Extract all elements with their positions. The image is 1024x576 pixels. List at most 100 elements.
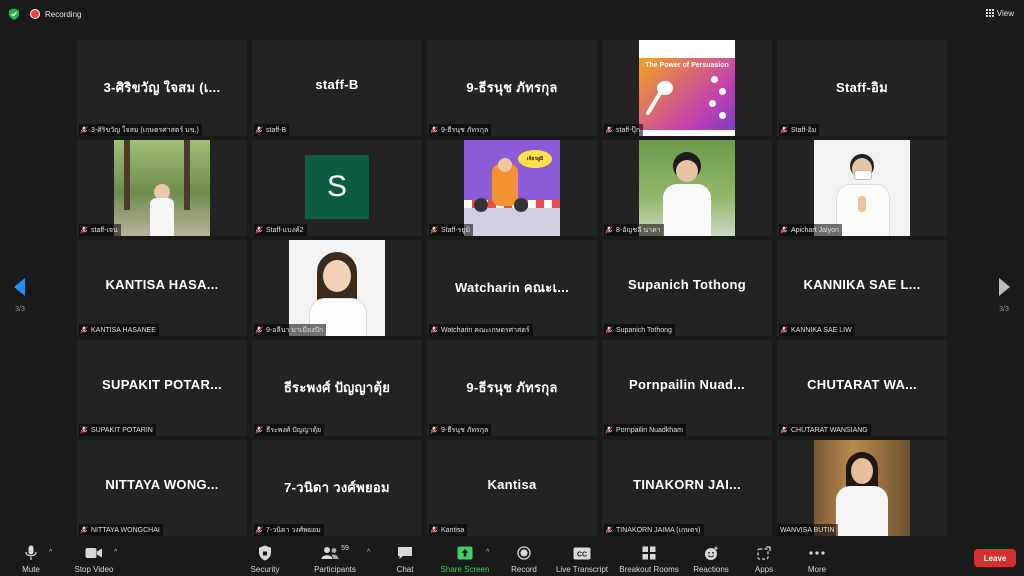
participants-options-caret[interactable]: ^: [367, 549, 370, 556]
participant-tile[interactable]: เจ้ยรยูมิ Staff-รยูมิ: [427, 140, 597, 236]
live-transcript-button[interactable]: CC Live Transcript: [555, 544, 609, 574]
participant-label: 9-ธีรนุช ภัทรกุล: [429, 124, 492, 136]
participant-label: 9-อลีนา มาเมืองปัก: [254, 324, 327, 336]
participant-tile[interactable]: KANTISA HASA... KANTISA HASANEE: [77, 240, 247, 336]
participant-label: 7-วนิดา วงศ์พยอม: [254, 524, 324, 536]
arrow-left-icon: [14, 278, 25, 296]
participant-name: Supanich Tothong: [628, 277, 746, 292]
record-icon: [517, 546, 531, 560]
participant-tile[interactable]: 7-วนิดา วงศ์พยอม 7-วนิดา วงศ์พยอม: [252, 440, 422, 536]
participant-video: เจ้ยรยูมิ: [464, 140, 560, 236]
participant-tile[interactable]: staff-เจน: [77, 140, 247, 236]
participant-tile[interactable]: Kantisa Kantisa: [427, 440, 597, 536]
participant-label: KANNIKA SAE LIW: [779, 324, 855, 336]
participant-name: Kantisa: [487, 477, 537, 492]
share-options-caret[interactable]: ^: [486, 549, 489, 556]
shield-icon[interactable]: [8, 8, 20, 20]
chat-button[interactable]: Chat: [393, 544, 417, 574]
participant-tile[interactable]: WANVISA BUTIN: [777, 440, 947, 536]
mute-button[interactable]: Mute: [18, 544, 44, 574]
record-dot-icon: [30, 9, 40, 19]
share-screen-button[interactable]: Share Screen: [440, 544, 490, 574]
muted-mic-icon: [605, 526, 613, 534]
muted-mic-icon: [255, 526, 263, 534]
participant-tile[interactable]: TINAKORN JAI... TINAKORN JAIMA (เกษตร): [602, 440, 772, 536]
next-page-indicator: 3/3: [999, 306, 1009, 313]
participant-name: 9-ธีรนุช ภัทรกุล: [466, 380, 558, 395]
stop-video-button[interactable]: Stop Video: [70, 544, 118, 574]
participant-tile[interactable]: Pornpailin Nuad... Pornpailin Nuadkham: [602, 340, 772, 436]
leave-button[interactable]: Leave: [974, 549, 1016, 567]
participant-tile[interactable]: CHUTARAT WA... CHUTARAT WANSIANG: [777, 340, 947, 436]
participant-tile[interactable]: 8-อัญชลี นาคา: [602, 140, 772, 236]
participant-name: SUPAKIT POTAR...: [102, 377, 222, 392]
participant-tile[interactable]: SUPAKIT POTAR... SUPAKIT POTARIN: [77, 340, 247, 436]
participant-label: staff-ปุ๊ก: [604, 124, 644, 136]
closed-caption-icon: CC: [573, 547, 591, 559]
mute-options-caret[interactable]: ^: [49, 549, 52, 556]
participants-icon: [321, 547, 339, 559]
participant-tile[interactable]: Supanich Tothong Supanich Tothong: [602, 240, 772, 336]
apps-button[interactable]: Apps: [750, 544, 778, 574]
participant-tile[interactable]: staff-B staff-B: [252, 40, 422, 136]
participant-label: TINAKORN JAIMA (เกษตร): [604, 524, 704, 536]
participant-name: KANNIKA SAE L...: [803, 277, 921, 292]
participant-tile[interactable]: 9-ธีรนุช ภัทรกุล 9-ธีรนุช ภัทรกุล: [427, 40, 597, 136]
participant-tile[interactable]: ธีระพงศ์ ปัญญาตุ้ย ธีระพงศ์ ปัญญาตุ้ย: [252, 340, 422, 436]
participant-label: WANVISA BUTIN: [777, 524, 838, 536]
participant-name: CHUTARAT WA...: [807, 377, 917, 392]
participant-label: Supanich Tothong: [604, 324, 675, 336]
microphone-icon: [25, 545, 37, 560]
participant-label: SUPAKIT POTARIN: [79, 424, 156, 436]
image-title: The Power of Persuasion: [645, 62, 729, 69]
muted-mic-icon: [430, 226, 438, 234]
participant-tile[interactable]: Watcharin คณะเ... Watcharin คณะเกษตรศาสต…: [427, 240, 597, 336]
muted-mic-icon: [780, 326, 788, 334]
participant-name: 9-ธีรนุช ภัทรกุล: [466, 80, 558, 95]
participant-label: Kantisa: [429, 524, 468, 536]
participant-tile[interactable]: 9-อลีนา มาเมืองปัก: [252, 240, 422, 336]
muted-mic-icon: [605, 426, 613, 434]
breakout-rooms-button[interactable]: Breakout Rooms: [619, 544, 679, 574]
muted-mic-icon: [80, 326, 88, 334]
top-bar: Recording View: [0, 0, 1024, 28]
participant-name: 7-วนิดา วงศ์พยอม: [284, 480, 390, 495]
participant-tile[interactable]: 9-ธีรนุช ภัทรกุล 9-ธีรนุช ภัทรกุล: [427, 340, 597, 436]
chat-bubble-icon: [398, 547, 412, 559]
muted-mic-icon: [80, 126, 88, 134]
participant-label: CHUTARAT WANSIANG: [779, 424, 871, 436]
participant-tile[interactable]: NITTAYA WONG... NITTAYA WONGCHAI: [77, 440, 247, 536]
avatar: S: [305, 155, 369, 219]
participant-label: 3-ศิริขวัญ ใจสม (เกษตรศาสตร์ มข.): [79, 124, 202, 136]
participant-name: Watcharin คณะเ...: [454, 280, 570, 295]
security-button[interactable]: Security: [248, 544, 282, 574]
participants-button[interactable]: 59 Participants: [312, 544, 358, 575]
participant-gallery: 3-ศิริขวัญ ใจสม (เ... 3-ศิริขวัญ ใจสม (เ…: [77, 40, 947, 536]
reactions-button[interactable]: Reactions: [692, 544, 730, 574]
view-button[interactable]: View: [985, 6, 1014, 20]
muted-mic-icon: [780, 126, 788, 134]
participant-tile[interactable]: Staff-อิม Staff-อิม: [777, 40, 947, 136]
apps-icon: [757, 546, 771, 560]
arrow-right-icon: [999, 278, 1010, 296]
participant-tile[interactable]: Apichart Jaiyon: [777, 140, 947, 236]
participant-tile[interactable]: The Power of Persuasion staff-ปุ๊ก: [602, 40, 772, 136]
grid-icon: [985, 9, 994, 17]
participant-tile[interactable]: KANNIKA SAE L... KANNIKA SAE LIW: [777, 240, 947, 336]
muted-mic-icon: [430, 326, 438, 334]
participant-tile[interactable]: 3-ศิริขวัญ ใจสม (เ... 3-ศิริขวัญ ใจสม (เ…: [77, 40, 247, 136]
emoji-smile-icon: [704, 546, 718, 560]
participant-label: staff-B: [254, 124, 290, 136]
participant-name: ธีระพงศ์ ปัญญาตุ้ย: [283, 380, 391, 395]
participant-tile[interactable]: S Staff-แบงค์2: [252, 140, 422, 236]
more-button[interactable]: More: [802, 544, 832, 574]
participant-name: staff-B: [315, 77, 359, 92]
next-page-button[interactable]: 3/3: [994, 278, 1014, 313]
prev-page-button[interactable]: 3/3: [10, 278, 30, 313]
participant-label: Staff-รยูมิ: [429, 224, 474, 236]
record-button[interactable]: Record: [509, 544, 539, 574]
participant-video: [814, 140, 910, 236]
avatar-initial: S: [326, 170, 347, 203]
video-options-caret[interactable]: ^: [114, 549, 117, 556]
recording-indicator[interactable]: Recording: [30, 8, 81, 20]
